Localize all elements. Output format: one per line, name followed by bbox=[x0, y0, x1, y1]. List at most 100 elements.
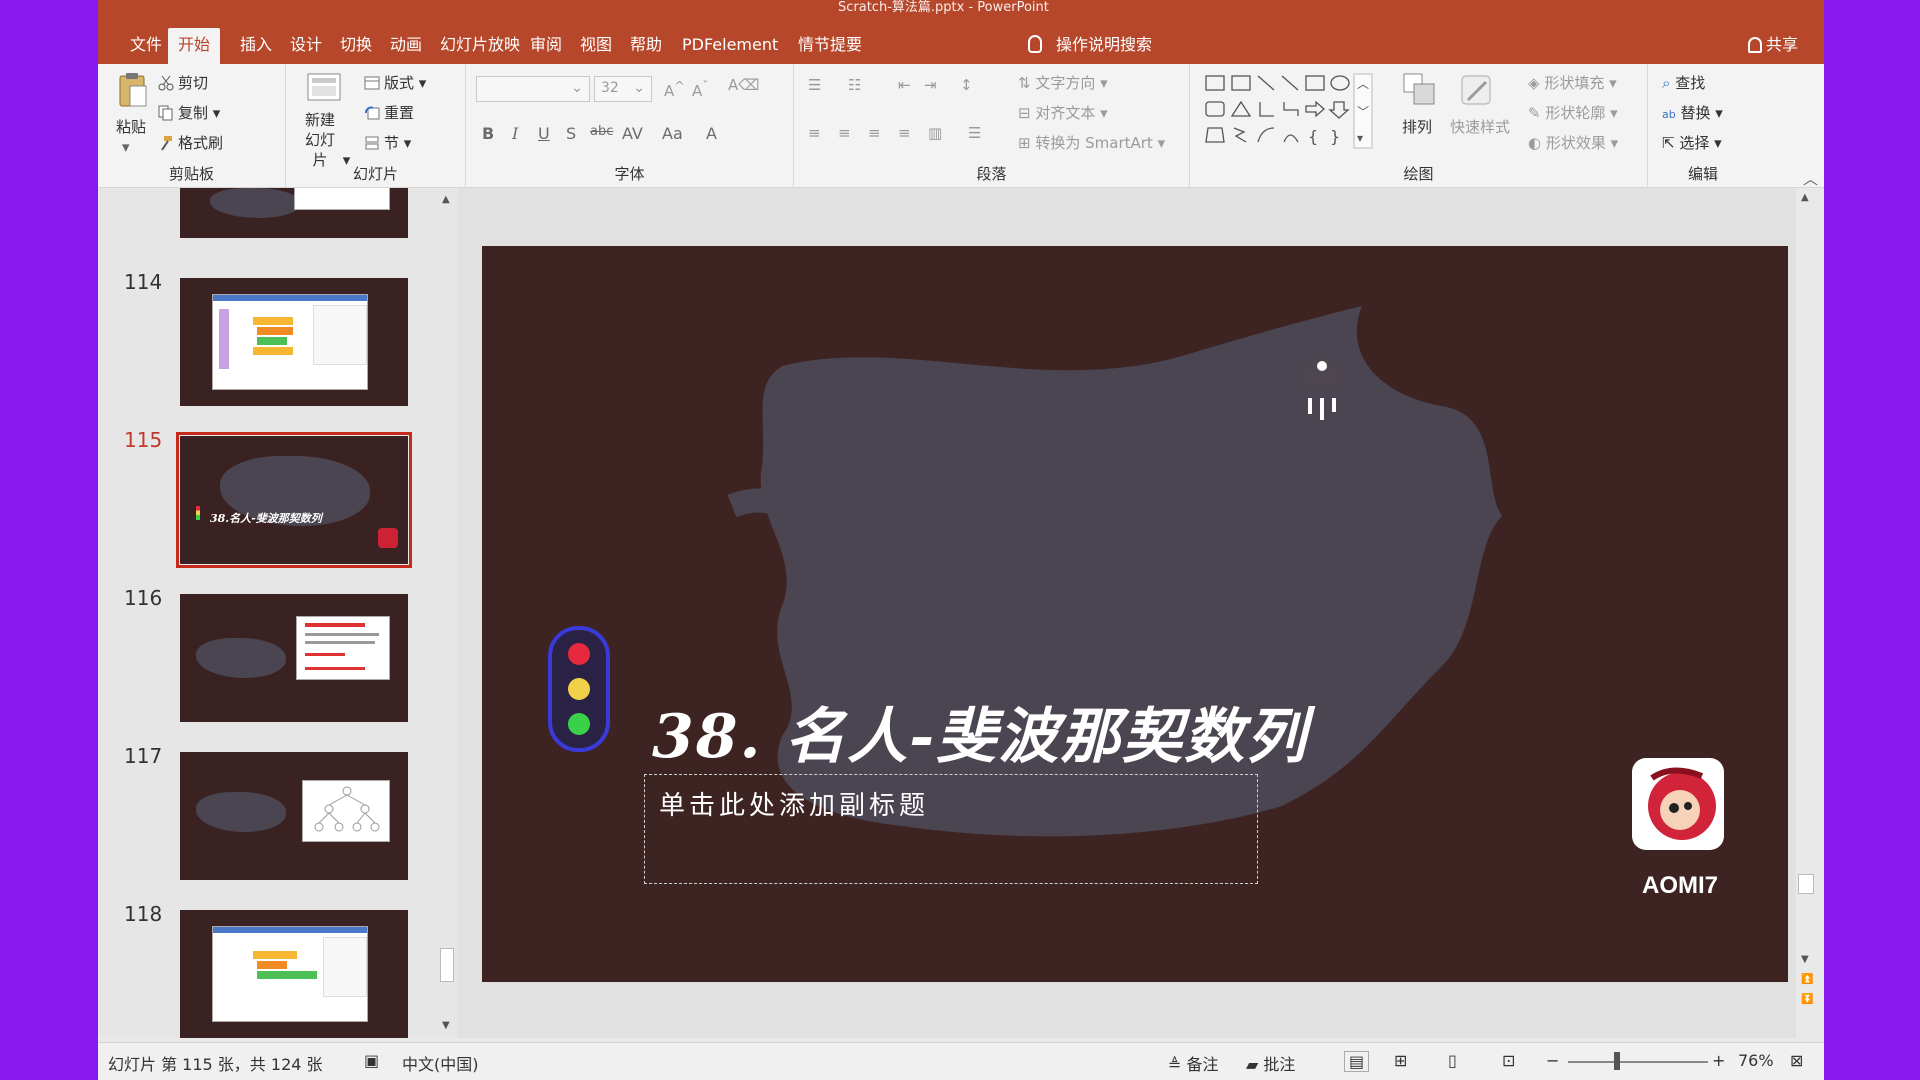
align-text-button[interactable]: ⊟ 对齐文本 ▾ bbox=[1018, 102, 1108, 123]
next-slide-icon[interactable]: ⏬ bbox=[1801, 994, 1813, 1005]
shape-fill-button[interactable]: ◈ 形状填充 ▾ bbox=[1528, 72, 1617, 93]
tab-pdfelement[interactable]: PDFelement bbox=[672, 28, 788, 64]
find-button[interactable]: ⌕ 查找 bbox=[1662, 72, 1705, 93]
font-color-button[interactable]: A bbox=[706, 124, 717, 143]
group-font: ⌄ 32 ⌄ A^ Aˇ A⌫ B I U S abc AV Aa A 字体 bbox=[466, 64, 794, 188]
scroll-up-icon[interactable]: ▲ bbox=[1801, 192, 1809, 203]
slide-thumbnail-115[interactable]: 38.名人-斐波那契数列 bbox=[176, 432, 412, 568]
share-button[interactable]: 共享 bbox=[1747, 28, 1798, 64]
zoom-in-button[interactable]: + bbox=[1712, 1051, 1725, 1070]
subtitle-placeholder[interactable]: 单击此处添加副标题 bbox=[659, 785, 929, 822]
spellcheck-icon[interactable]: ▣ bbox=[364, 1051, 379, 1070]
zoom-slider[interactable] bbox=[1568, 1061, 1708, 1063]
tab-review[interactable]: 审阅 bbox=[520, 28, 572, 64]
change-case-button[interactable]: Aa bbox=[662, 124, 683, 143]
reading-view-icon[interactable]: ▯ bbox=[1448, 1051, 1457, 1070]
scrollbar-thumb[interactable] bbox=[1798, 874, 1814, 894]
slide-thumbnail-118[interactable] bbox=[180, 910, 408, 1038]
copy-button[interactable]: 复制 ▾ bbox=[158, 102, 220, 123]
justify-icon[interactable]: ≡ bbox=[898, 124, 911, 142]
slide-thumbnail-114[interactable] bbox=[180, 278, 408, 406]
tab-help[interactable]: 帮助 bbox=[620, 28, 672, 64]
align-center-icon[interactable]: ≡ bbox=[838, 124, 851, 142]
cut-button[interactable]: 剪切 bbox=[158, 72, 208, 93]
current-slide[interactable]: 38. 名人-斐波那契数列 单击此处添加副标题 AOMI7 bbox=[482, 246, 1788, 982]
slide-thumbnail-pane[interactable]: 114 115 38.名人-斐波那契数列 116 117 118 bbox=[98, 188, 458, 1038]
previous-slide-icon[interactable]: ⏫ bbox=[1801, 974, 1813, 985]
decrease-indent-icon[interactable]: ⇤ bbox=[898, 76, 911, 94]
scroll-down-icon[interactable]: ▼ bbox=[442, 1020, 450, 1031]
italic-button[interactable]: I bbox=[512, 124, 518, 143]
tell-me-search[interactable]: 操作说明搜索 bbox=[1028, 28, 1152, 64]
shrink-font-button[interactable]: Aˇ bbox=[692, 78, 709, 100]
strikethrough-button[interactable]: abc bbox=[590, 124, 613, 139]
align-right-icon[interactable]: ≡ bbox=[868, 124, 881, 142]
paste-button[interactable]: 粘贴 bbox=[116, 116, 146, 137]
tab-file[interactable]: 文件 bbox=[120, 28, 172, 64]
clear-formatting-icon[interactable]: A⌫ bbox=[728, 76, 759, 94]
collapse-ribbon-icon[interactable]: ︿ bbox=[1803, 168, 1818, 189]
columns-icon[interactable]: ▥ bbox=[928, 124, 942, 142]
slideshow-icon[interactable]: ⊡ bbox=[1502, 1051, 1515, 1070]
slide-thumbnail-117[interactable] bbox=[180, 752, 408, 880]
normal-view-icon[interactable]: ▤ bbox=[1344, 1051, 1370, 1072]
grow-font-button[interactable]: A^ bbox=[664, 78, 685, 100]
zoom-out-button[interactable]: − bbox=[1546, 1051, 1559, 1070]
font-name-combo[interactable]: ⌄ bbox=[476, 76, 590, 102]
slide-thumbnail-116[interactable] bbox=[180, 594, 408, 722]
notes-button[interactable]: ≜ 备注 bbox=[1168, 1051, 1219, 1075]
increase-indent-icon[interactable]: ⇥ bbox=[924, 76, 937, 94]
shape-effects-button[interactable]: ◐ 形状效果 ▾ bbox=[1528, 132, 1618, 153]
font-size-combo[interactable]: 32 ⌄ bbox=[594, 76, 652, 102]
bullets-icon[interactable]: ☰ bbox=[808, 76, 821, 94]
fit-to-window-icon[interactable]: ⊠ bbox=[1790, 1051, 1803, 1070]
clipboard-group-label: 剪贴板 bbox=[168, 165, 214, 183]
shape-outline-label: 形状轮廓 bbox=[1545, 104, 1606, 122]
shadow-button[interactable]: S bbox=[566, 124, 576, 143]
border-icon[interactable]: ☰ bbox=[968, 124, 981, 142]
select-button[interactable]: ⇱ 选择 ▾ bbox=[1662, 132, 1722, 153]
scroll-down-icon[interactable]: ▼ bbox=[1801, 954, 1809, 965]
tab-home[interactable]: 开始 bbox=[168, 28, 221, 64]
language-indicator[interactable]: 中文(中国) bbox=[402, 1051, 479, 1075]
tab-design[interactable]: 设计 bbox=[280, 28, 332, 64]
line-spacing-icon[interactable]: ↕ bbox=[960, 76, 973, 94]
zoom-slider-thumb[interactable] bbox=[1614, 1052, 1620, 1070]
arrange-button[interactable]: 排列 bbox=[1402, 116, 1432, 137]
tab-animations[interactable]: 动画 bbox=[380, 28, 432, 64]
bold-button[interactable]: B bbox=[482, 124, 494, 143]
replace-button[interactable]: ab 替换 ▾ bbox=[1662, 102, 1723, 123]
scroll-up-icon[interactable]: ▲ bbox=[442, 194, 450, 205]
shape-outline-button[interactable]: ✎ 形状轮廓 ▾ bbox=[1528, 102, 1618, 123]
new-slide-button[interactable]: 新建幻灯片 ▾ bbox=[302, 110, 350, 170]
format-painter-label: 格式刷 bbox=[178, 134, 224, 152]
format-painter-button[interactable]: 格式刷 bbox=[158, 132, 223, 153]
slide-sorter-icon[interactable]: ⊞ bbox=[1394, 1051, 1407, 1070]
tab-insert[interactable]: 插入 bbox=[230, 28, 282, 64]
layout-button[interactable]: 版式 ▾ bbox=[364, 72, 426, 93]
subtitle-placeholder-box[interactable]: 单击此处添加副标题 bbox=[644, 774, 1258, 884]
zoom-level[interactable]: 76% bbox=[1738, 1051, 1774, 1070]
quick-styles-button[interactable]: 快速样式 bbox=[1450, 116, 1510, 137]
tab-storyboard[interactable]: 情节提要 bbox=[788, 28, 872, 64]
slide-title[interactable]: 38. 名人-斐波那契数列 bbox=[652, 688, 1308, 775]
comments-button[interactable]: ▰ 批注 bbox=[1246, 1051, 1295, 1075]
slide-editing-area[interactable]: 38. 名人-斐波那契数列 单击此处添加副标题 AOMI7 ▲ ▼ ⏫ ⏬ bbox=[458, 188, 1816, 1038]
char-spacing-button[interactable]: AV bbox=[622, 124, 643, 143]
numbering-icon[interactable]: ☷ bbox=[848, 76, 861, 94]
stage-scrollbar[interactable]: ▲ ▼ ⏫ ⏬ bbox=[1796, 188, 1816, 1038]
text-direction-button[interactable]: ⇅ 文字方向 ▾ bbox=[1018, 72, 1108, 93]
tab-transitions[interactable]: 切换 bbox=[330, 28, 382, 64]
thumbnail-scrollbar[interactable]: ▲ ▼ bbox=[436, 188, 458, 1038]
slide-thumbnail[interactable] bbox=[180, 188, 408, 238]
shapes-gallery[interactable]: {} ︿ ﹀ ▾ bbox=[1204, 72, 1376, 152]
tab-view[interactable]: 视图 bbox=[570, 28, 622, 64]
reset-button[interactable]: 重置 bbox=[364, 102, 414, 123]
paste-dropdown-icon[interactable]: ▾ bbox=[122, 138, 130, 156]
underline-button[interactable]: U bbox=[538, 124, 550, 143]
section-button[interactable]: 节 ▾ bbox=[364, 132, 411, 153]
align-left-icon[interactable]: ≡ bbox=[808, 124, 821, 142]
convert-smartart-button[interactable]: ⊞ 转换为 SmartArt ▾ bbox=[1018, 132, 1165, 153]
scrollbar-thumb[interactable] bbox=[440, 948, 454, 982]
tab-slideshow[interactable]: 幻灯片放映 bbox=[430, 28, 530, 64]
